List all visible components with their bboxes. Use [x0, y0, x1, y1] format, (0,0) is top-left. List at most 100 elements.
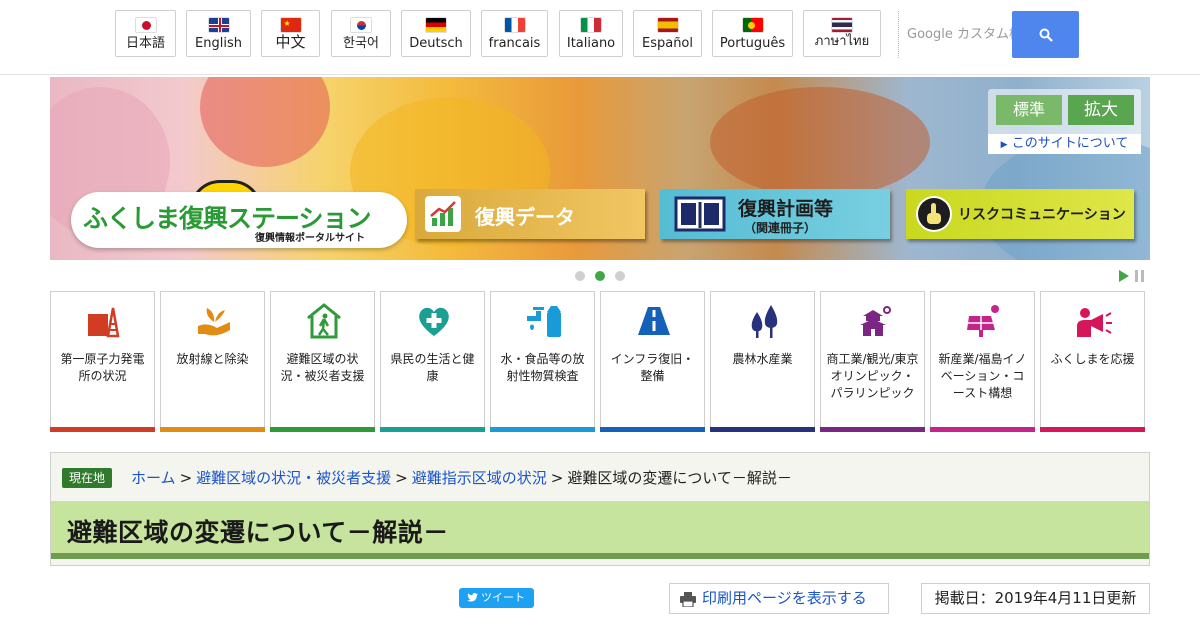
lang-portuguese[interactable]: Português — [712, 10, 793, 57]
lang-label: English — [195, 36, 242, 51]
category-label: 放射線と除染 — [176, 352, 249, 366]
lang-label: Español — [641, 36, 693, 51]
lang-label: Português — [719, 36, 786, 51]
slider-dot-3[interactable] — [615, 271, 625, 281]
france-flag-icon — [503, 17, 526, 33]
water-milk-icon — [527, 306, 561, 337]
lang-french[interactable]: francais — [481, 10, 548, 57]
korea-flag-icon — [350, 17, 372, 33]
site-search: Google カスタム検索 — [898, 11, 1079, 58]
category-color-bar — [50, 427, 155, 432]
language-bar: 日本語 English ★ 中文 한국어 Deutsch francais It… — [0, 0, 1200, 75]
category-color-bar — [930, 427, 1035, 432]
category-commerce-tourism[interactable]: 商工業/観光/東京オリンピック・パラリンピック — [820, 291, 925, 432]
category-support[interactable]: ふくしまを応援 — [1040, 291, 1145, 432]
category-label: 新産業/福島イノベーション・コースト構想 — [938, 352, 1027, 400]
breadcrumb-evacuation-link[interactable]: 避難区域の状況・被災者支援 — [196, 469, 391, 487]
current-location-badge: 現在地 — [62, 468, 112, 488]
button-label: 復興計画等 — [738, 198, 834, 220]
about-label: このサイトについて — [1011, 136, 1129, 151]
tweet-label: ツイート — [481, 591, 525, 604]
lang-label: 中文 — [275, 33, 306, 51]
font-size-standard-button[interactable]: 標準 — [996, 95, 1062, 125]
lang-english[interactable]: English — [186, 10, 251, 57]
print-page-button[interactable]: 印刷用ページを表示する — [669, 583, 889, 614]
health-heart-icon — [419, 307, 449, 336]
category-infrastructure[interactable]: インフラ復旧・整備 — [600, 291, 705, 432]
button-label: リスクコミュニケーション — [958, 207, 1126, 223]
font-size-panel: 標準 拡大 ▶ このサイトについて — [988, 89, 1141, 154]
chart-icon — [425, 196, 461, 232]
tweet-button[interactable]: ツイート — [459, 588, 534, 608]
reconstruction-data-button[interactable]: 復興データ — [415, 189, 645, 239]
category-evacuation[interactable]: 避難区域の状況・被災者支援 — [270, 291, 375, 432]
lang-label: Deutsch — [409, 36, 463, 51]
category-label: 第一原子力発電所の状況 — [60, 352, 145, 383]
hero-photo-mountain — [710, 87, 930, 197]
hand-icon — [916, 196, 952, 232]
site-logo[interactable]: ふくしま復興ステーション 復興情報ポータルサイト — [71, 192, 407, 248]
risk-communication-button[interactable]: リスクコミュニケーション — [906, 189, 1134, 239]
lang-thai[interactable]: ภาษาไทย — [803, 10, 881, 57]
italy-flag-icon — [580, 17, 602, 33]
lang-label: francais — [488, 36, 541, 51]
power-plant-icon — [88, 307, 120, 338]
reconstruction-plan-button[interactable]: 復興計画等 （関連冊子） — [660, 189, 890, 239]
hero-banner: ふくしま復興ステーション 復興情報ポータルサイト 復興データ 復興計画等 （関連… — [50, 77, 1150, 260]
page-title-bar: 避難区域の変遷について－解説－ — [51, 501, 1149, 559]
lang-german[interactable]: Deutsch — [401, 10, 471, 57]
category-color-bar — [600, 427, 705, 432]
category-color-bar — [820, 427, 925, 432]
lang-italian[interactable]: Italiano — [559, 10, 623, 57]
category-color-bar — [1040, 427, 1145, 432]
category-label: 商工業/観光/東京オリンピック・パラリンピック — [826, 352, 919, 400]
play-icon[interactable] — [1119, 270, 1129, 282]
breadcrumb-home-link[interactable]: ホーム — [131, 469, 176, 487]
category-color-bar — [160, 427, 265, 432]
category-color-bar — [380, 427, 485, 432]
spain-flag-icon — [656, 17, 679, 33]
button-sublabel: （関連冊子） — [744, 221, 817, 235]
lang-label: 한국어 — [343, 36, 379, 51]
printer-icon — [680, 592, 696, 607]
breadcrumb-evacuation-order-link[interactable]: 避難指示区域の状況 — [412, 469, 547, 487]
book-icon — [674, 196, 726, 232]
breadcrumb: ホーム > 避難区域の状況・被災者支援 > 避難指示区域の状況 > 避難区域の変遷について－… — [131, 469, 792, 487]
search-button[interactable] — [1012, 11, 1079, 58]
megaphone-icon — [1077, 308, 1112, 337]
evacuation-house-icon — [307, 303, 341, 339]
category-label: ふくしまを応援 — [1050, 352, 1135, 366]
category-label: 農林水産業 — [732, 352, 793, 366]
slider-dot-2[interactable] — [595, 271, 605, 281]
button-label: 復興データ — [475, 205, 575, 229]
updated-date: 掲載日：2019年4月11日更新 — [921, 583, 1150, 614]
portugal-flag-icon — [741, 17, 764, 33]
hero-photo-strawberry — [200, 77, 330, 167]
category-label: 県民の生活と健康 — [390, 352, 475, 383]
japan-flag-icon — [134, 17, 157, 33]
lang-japanese[interactable]: 日本語 — [115, 10, 176, 57]
search-icon — [1039, 28, 1053, 42]
lang-chinese[interactable]: ★ 中文 — [261, 10, 320, 57]
category-power-plant[interactable]: 第一原子力発電所の状況 — [50, 291, 155, 432]
category-food-inspection[interactable]: 水・食品等の放射性物質検査 — [490, 291, 595, 432]
about-site-link[interactable]: ▶ このサイトについて — [988, 134, 1141, 154]
font-size-large-button[interactable]: 拡大 — [1068, 95, 1134, 125]
hand-sprout-icon — [198, 308, 230, 336]
lang-label: ภาษาไทย — [814, 34, 870, 49]
category-color-bar — [710, 427, 815, 432]
category-new-industry[interactable]: 新産業/福島イノベーション・コースト構想 — [930, 291, 1035, 432]
search-input[interactable]: Google カスタム検索 — [907, 11, 1012, 58]
solar-panel-icon — [967, 305, 999, 337]
slider-dot-1[interactable] — [575, 271, 585, 281]
road-icon — [638, 307, 670, 335]
category-label: インフラ復旧・整備 — [610, 352, 695, 383]
page-title: 避難区域の変遷について－解説－ — [67, 519, 449, 547]
category-health[interactable]: 県民の生活と健康 — [380, 291, 485, 432]
category-agriculture[interactable]: 農林水産業 — [710, 291, 815, 432]
breadcrumb-area: 現在地 ホーム > 避難区域の状況・被災者支援 > 避難指示区域の状況 > 避難区域の変遷に… — [50, 452, 1150, 566]
pause-icon[interactable] — [1135, 270, 1144, 282]
lang-korean[interactable]: 한국어 — [331, 10, 391, 57]
lang-spanish[interactable]: Español — [633, 10, 702, 57]
category-radiation[interactable]: 放射線と除染 — [160, 291, 265, 432]
